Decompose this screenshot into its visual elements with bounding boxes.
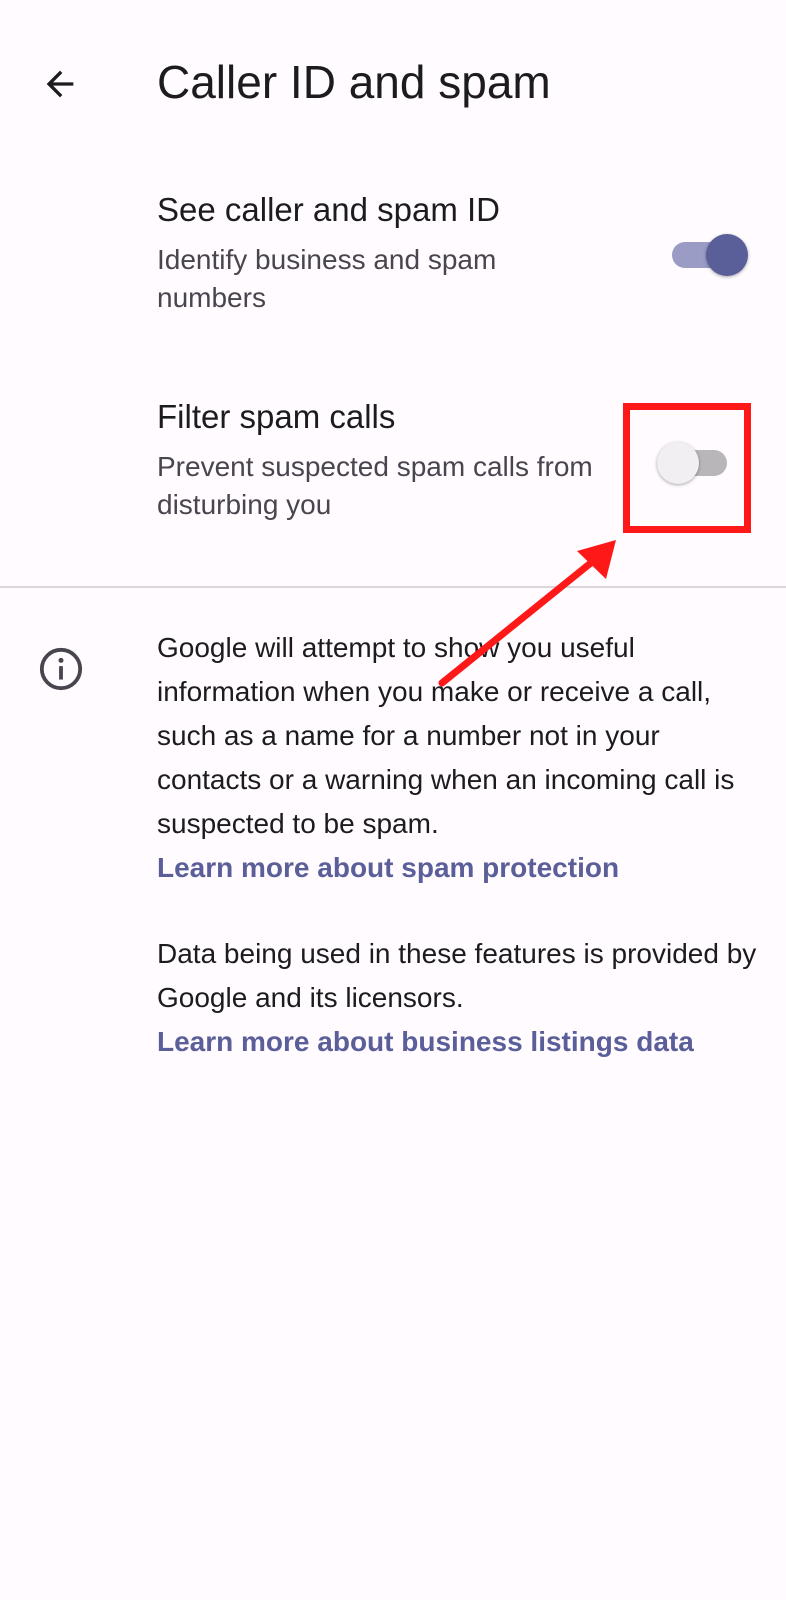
annotation-highlight-box: [623, 403, 751, 533]
info-text: Google will attempt to show you useful i…: [157, 632, 735, 839]
setting-title: Filter spam calls: [157, 398, 396, 435]
page-title: Caller ID and spam: [157, 56, 551, 108]
setting-summary: Identify business and spam numbers: [157, 244, 497, 313]
caller-spam-id-toggle[interactable]: [672, 234, 748, 276]
learn-more-business-listings-link[interactable]: Learn more about business listings data: [157, 1020, 757, 1064]
learn-more-spam-protection-link[interactable]: Learn more about spam protection: [157, 846, 757, 890]
setting-title: See caller and spam ID: [157, 191, 501, 228]
setting-summary: Prevent suspected spam calls from distur…: [157, 451, 593, 520]
info-text: Data being used in these features is pro…: [157, 938, 757, 1013]
info-icon: [39, 647, 83, 691]
setting-caller-spam-id[interactable]: See caller and spam ID Identify business…: [0, 190, 786, 330]
toggle-thumb: [706, 234, 748, 276]
arrow-left-icon: [46, 70, 74, 98]
info-business-listings: Data being used in these features is pro…: [157, 932, 757, 1064]
section-divider: [0, 586, 786, 588]
app-bar: Caller ID and spam: [0, 0, 786, 165]
back-button[interactable]: [28, 52, 92, 116]
info-spam-protection: Google will attempt to show you useful i…: [157, 626, 757, 890]
